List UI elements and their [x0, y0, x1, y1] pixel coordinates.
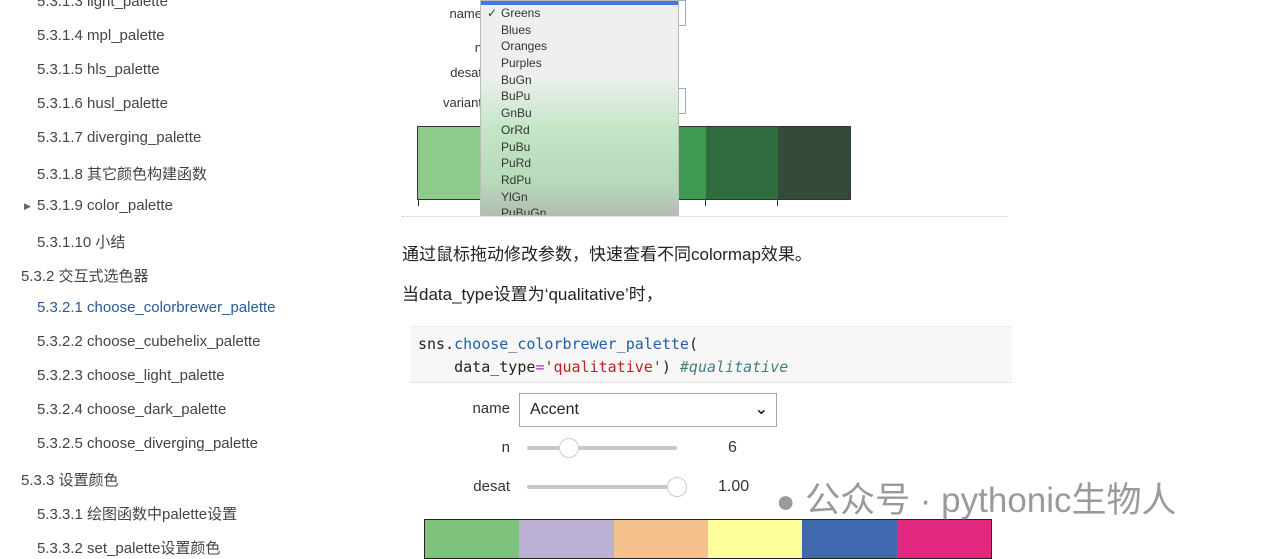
- palette-swatch: [708, 520, 803, 558]
- toc-item[interactable]: 5.3.2.1 choose_colorbrewer_palette: [37, 299, 276, 316]
- dropdown-option[interactable]: Oranges: [481, 38, 678, 55]
- dropdown-option[interactable]: PuRd: [481, 155, 678, 172]
- dropdown-option-label: BuPu: [501, 89, 531, 104]
- toc-item[interactable]: 5.3.3.1 绘图函数中palette设置: [37, 503, 237, 524]
- dropdown-option-label: BuGn: [501, 72, 532, 87]
- name-select-value: Accent: [530, 401, 579, 418]
- watermark-text: 公众号 · pythonic生物人: [805, 481, 1177, 520]
- dropdown-option-label: Purples: [501, 56, 542, 71]
- code-token: sns.: [418, 335, 455, 353]
- code-comment: #qualitative: [679, 358, 789, 376]
- paragraph: 当data_type设置为‘qualitative’时，: [402, 285, 663, 304]
- caret-right-icon[interactable]: ▶: [24, 201, 31, 212]
- code-token: (: [688, 335, 698, 353]
- dropdown-option-label: Greens: [501, 6, 541, 20]
- n-value: 6: [728, 439, 737, 456]
- code-token: data_type: [418, 358, 536, 376]
- dropdown-option-label: GnBu: [501, 106, 532, 121]
- dropdown-option-label: OrRd: [501, 122, 530, 137]
- name-label: name: [472, 400, 510, 417]
- toc-item[interactable]: 5.3.1.3 light_palette: [37, 0, 168, 10]
- tick: [418, 200, 419, 206]
- palette-swatch: [425, 520, 520, 558]
- dropdown-option-label: PuBuGn: [501, 206, 547, 216]
- dropdown-option[interactable]: BuGn: [481, 72, 678, 89]
- toc-item[interactable]: 5.3.2 交互式选色器: [21, 265, 149, 286]
- code-token: ): [661, 358, 680, 376]
- palette-preview-2: [424, 519, 992, 559]
- chevron-down-icon: ⌄: [754, 401, 768, 418]
- dropdown-option-label: PuBu: [501, 139, 531, 154]
- toc-item[interactable]: 5.3.3 设置颜色: [21, 469, 119, 490]
- toc-item[interactable]: 5.3.1.4 mpl_palette: [37, 27, 165, 44]
- dropdown-option[interactable]: YlGn: [481, 189, 678, 206]
- check-icon: ✓: [487, 6, 498, 20]
- variant-label: variant: [442, 95, 482, 110]
- toc-item[interactable]: 5.3.1.6 husl_palette: [37, 95, 168, 112]
- name-dropdown-menu[interactable]: ✓ Greens Blues Oranges Purples BuGn BuPu GnBu Or…: [480, 0, 679, 216]
- n-label: n: [474, 40, 482, 55]
- desat-value: 1.00: [718, 478, 750, 495]
- toc-item[interactable]: 5.3.1.9 color_palette: [37, 197, 173, 214]
- palette-swatch: [778, 127, 850, 199]
- wechat-icon: ●: [776, 483, 796, 519]
- dropdown-option[interactable]: PuBu: [481, 139, 678, 156]
- n-slider[interactable]: [527, 446, 677, 450]
- code-token: 'qualitative': [544, 358, 662, 376]
- toc-item[interactable]: 5.3.1.7 diverging_palette: [37, 129, 201, 146]
- toc-item[interactable]: 5.3.1.10 小结: [37, 231, 125, 252]
- tick: [777, 200, 778, 206]
- dropdown-option-label: YlGn: [501, 189, 528, 204]
- toc-item[interactable]: 5.3.2.3 choose_light_palette: [37, 367, 225, 384]
- code-cell[interactable]: sns.choose_colorbrewer_palette( data_typ…: [410, 326, 1012, 383]
- tick: [705, 200, 706, 206]
- desat-label: desat: [450, 65, 482, 80]
- dropdown-option[interactable]: ✓ Greens: [481, 5, 678, 22]
- desat-slider[interactable]: [527, 485, 677, 489]
- dropdown-option-label: RdPu: [501, 172, 532, 187]
- dropdown-option-label: Blues: [501, 22, 532, 37]
- dropdown-option[interactable]: BuPu: [481, 88, 678, 105]
- code-token: choose_colorbrewer_palette: [454, 335, 689, 353]
- divider: [402, 216, 1008, 217]
- n-label: n: [501, 439, 510, 456]
- toc-item[interactable]: 5.3.1.8 其它颜色构建函数: [37, 163, 207, 184]
- dropdown-option[interactable]: RdPu: [481, 172, 678, 189]
- toc-item[interactable]: 5.3.1.5 hls_palette: [37, 61, 160, 78]
- dropdown-option[interactable]: OrRd: [481, 122, 678, 139]
- dropdown-option[interactable]: Purples: [481, 55, 678, 72]
- watermark: ● 公众号 · pythonic生物人: [776, 472, 1177, 523]
- palette-swatch: [705, 127, 778, 199]
- dropdown-option[interactable]: Blues: [481, 22, 678, 39]
- palette-swatch: [613, 520, 708, 558]
- desat-label: desat: [473, 478, 510, 495]
- palette-swatch: [896, 520, 991, 558]
- toc-item[interactable]: 5.3.3.2 set_palette设置颜色: [37, 537, 220, 558]
- palette-swatch: [519, 520, 614, 558]
- toc-item[interactable]: 5.3.2.4 choose_dark_palette: [37, 401, 226, 418]
- palette-swatch: [802, 520, 897, 558]
- dropdown-option[interactable]: PuBuGn: [481, 205, 678, 216]
- dropdown-option-label: Oranges: [501, 39, 548, 54]
- n-slider-handle[interactable]: [559, 438, 579, 458]
- toc-item[interactable]: 5.3.2.2 choose_cubehelix_palette: [37, 333, 261, 350]
- name-label: name: [449, 6, 482, 21]
- dropdown-option[interactable]: GnBu: [481, 105, 678, 122]
- dropdown-option-label: PuRd: [501, 156, 532, 171]
- toc-item[interactable]: 5.3.2.5 choose_diverging_palette: [37, 435, 258, 452]
- desat-slider-handle[interactable]: [667, 477, 687, 497]
- paragraph: 通过鼠标拖动修改参数，快速查看不同colormap效果。: [402, 245, 812, 264]
- name-select[interactable]: Accent ⌄: [519, 393, 777, 427]
